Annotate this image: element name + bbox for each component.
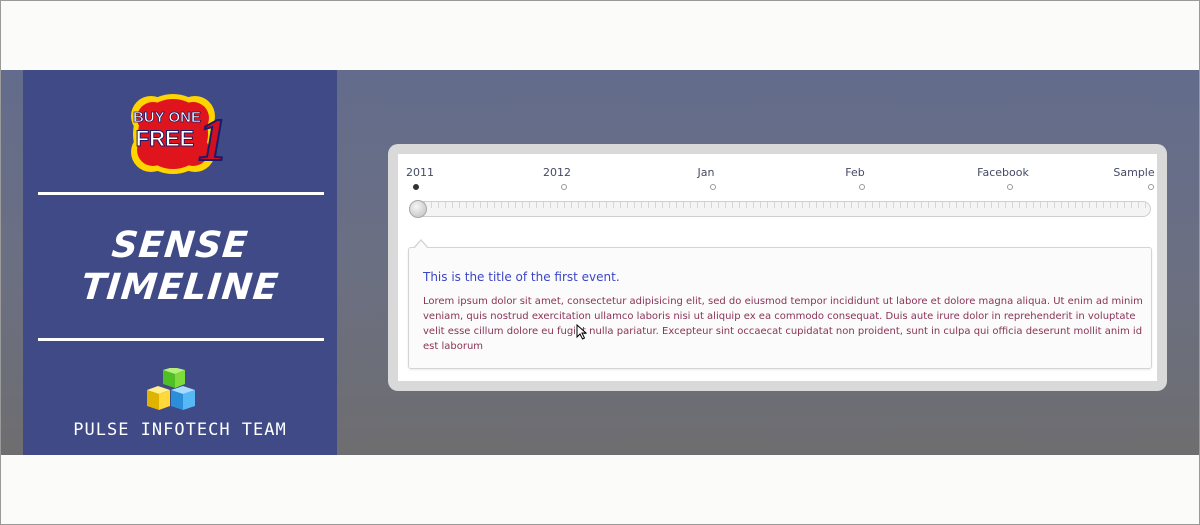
timeline-content: This is the title of the first event. Lo…: [398, 154, 1157, 381]
timeline-marker-dot[interactable]: [1007, 184, 1013, 190]
badge-line1: BUY ONE: [133, 109, 201, 126]
timeline-marker-label[interactable]: 2011: [406, 166, 434, 179]
buy-one-free-badge-logo: BUY ONE FREE 1: [131, 94, 229, 174]
banner: BUY ONE FREE 1 SENSE TIMELINE PULSE INFO…: [1, 70, 1199, 455]
timeline-marker-label[interactable]: Sample: [1113, 166, 1154, 179]
timeline-marker-dot[interactable]: [710, 184, 716, 190]
app-title-line2: TIMELINE: [79, 267, 281, 308]
timeline-slider-track[interactable]: [409, 201, 1151, 217]
badge-line2: FREE: [136, 126, 195, 151]
sidebar: BUY ONE FREE 1 SENSE TIMELINE PULSE INFO…: [23, 70, 337, 455]
timeline-slider-handle[interactable]: [409, 200, 427, 218]
timeline-marker-dot[interactable]: [859, 184, 865, 190]
timeline-widget: This is the title of the first event. Lo…: [388, 144, 1167, 391]
app-title-line1: SENSE: [109, 225, 251, 266]
badge-digit: 1: [198, 107, 228, 173]
timeline-ticks: [410, 202, 1150, 208]
mouse-cursor-icon: [576, 324, 588, 340]
timeline-marker-label[interactable]: 2012: [543, 166, 571, 179]
event-description: Lorem ipsum dolor sit amet, consectetur …: [423, 296, 1143, 352]
timeline-marker-label[interactable]: Jan: [698, 166, 715, 179]
event-card: This is the title of the first event. Lo…: [408, 239, 1152, 369]
timeline-marker-dot[interactable]: [561, 184, 567, 190]
timeline-marker-label[interactable]: Facebook: [977, 166, 1029, 179]
divider-top: [38, 192, 324, 195]
cubes-logo-icon: [147, 368, 195, 410]
divider-bottom: [38, 338, 324, 341]
timeline-marker-dot[interactable]: [413, 184, 419, 190]
timeline-marker-label[interactable]: Feb: [845, 166, 864, 179]
event-title: This is the title of the first event.: [423, 270, 620, 284]
team-name: PULSE INFOTECH TEAM: [73, 420, 287, 440]
timeline-marker-dot[interactable]: [1148, 184, 1154, 190]
